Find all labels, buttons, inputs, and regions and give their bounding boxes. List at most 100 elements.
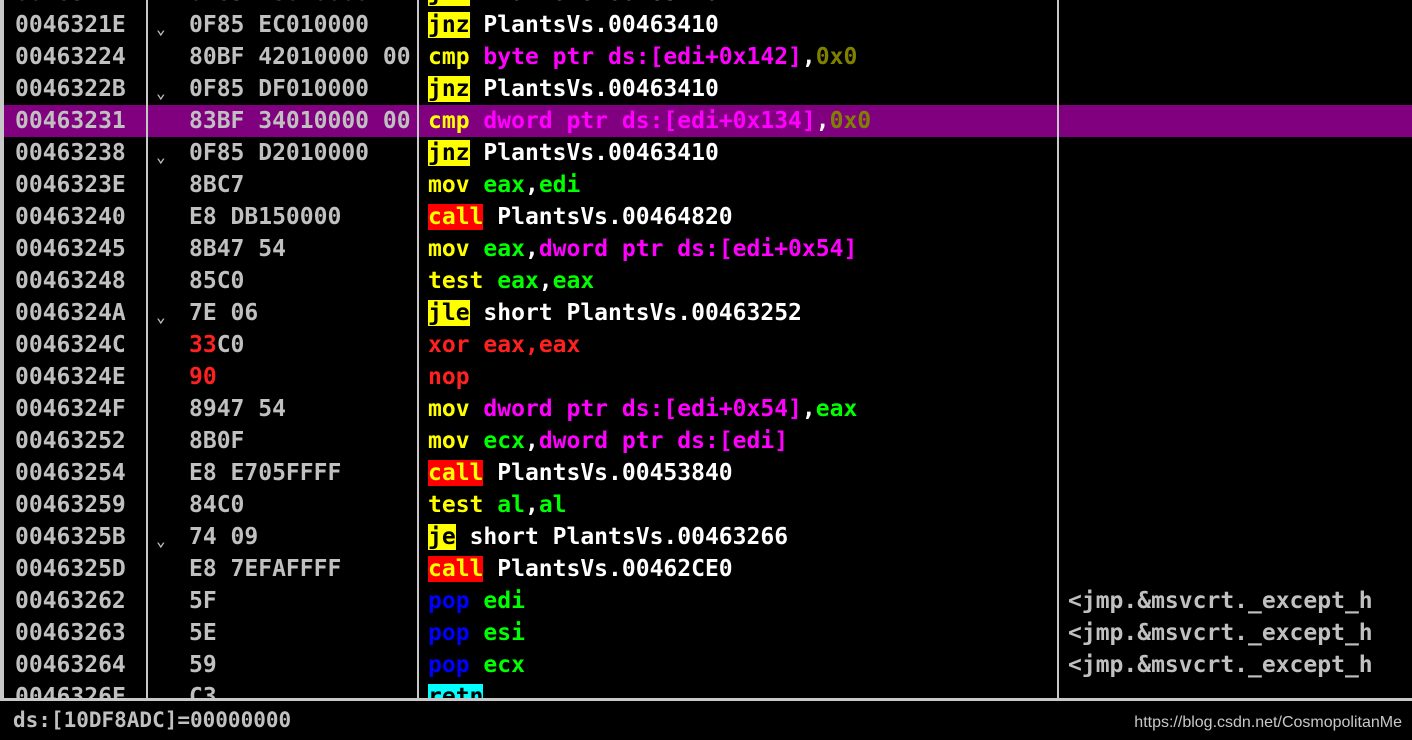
operand-token [470, 172, 484, 198]
operand-token: dword ptr ds:[edi+0x54] [483, 396, 802, 422]
instruction-row[interactable]: 0046321E ⌄ 0F85 EC010000 jnz PlantsVs.00463… [0, 9, 1412, 41]
operand-token: short PlantsVs.00463252 [483, 300, 802, 326]
operand-token [470, 396, 484, 422]
operand-token [470, 108, 484, 134]
operand-token: , [815, 108, 830, 134]
disassembly-pane[interactable]: 00463217 0F85 F3010000 jnz PlantsVs.004634… [0, 0, 1412, 698]
instruction-row[interactable]: 0046324F 8947 54 mov dword ptr ds:[edi+0x5… [0, 393, 1412, 425]
bytes-cell: E8 7EFAFFFF [189, 553, 414, 585]
byte-token: E8 DB150000 [189, 204, 342, 230]
operand-token: dword ptr ds:[edi+0x54] [538, 236, 858, 262]
address-cell: 00463240 [15, 204, 126, 230]
byte-token: 90 [189, 364, 217, 390]
instruction-row[interactable]: 00463238 ⌄ 0F85 D2010000 jnz PlantsVs.00463… [0, 137, 1412, 169]
operand-token: , [524, 172, 539, 198]
disassembly-cell: pop edi [428, 585, 1056, 617]
address-cell: 00463263 [15, 620, 126, 646]
instruction-row-selected[interactable]: 00463231 83BF 34010000 00 cmp dword ptr ds… [0, 105, 1412, 137]
address-cell: 00463245 [15, 236, 126, 262]
column-divider-disassembly[interactable] [1057, 0, 1059, 698]
bytes-cell: 8947 54 [189, 393, 414, 425]
operand-token: eax [815, 396, 858, 422]
instruction-row[interactable]: 0046323E 8BC7 mov eax,edi [0, 169, 1412, 201]
instruction-row[interactable]: 00463254 E8 E705FFFF call PlantsVs.0045384… [0, 457, 1412, 489]
operand-token: , [524, 332, 539, 358]
instruction-row[interactable]: 00463240 E8 DB150000 call PlantsVs.0046482… [0, 201, 1412, 233]
instruction-row[interactable]: 0046325D E8 7EFAFFFF call PlantsVs.00462CE… [0, 553, 1412, 585]
byte-token: 0F85 DF010000 [189, 76, 370, 102]
bytes-cell: 85C0 [189, 265, 414, 297]
byte-token: C3 [189, 684, 217, 698]
mnemonic-token: nop [428, 364, 470, 390]
byte-token: 0F85 EC010000 [189, 12, 370, 38]
operand-token [470, 76, 484, 102]
operand-token: dword ptr ds:[edi+0x134] [483, 108, 816, 134]
byte-token: 8BC7 [189, 172, 245, 198]
comment-cell: <jmp.&msvcrt._except_h [1068, 588, 1373, 614]
instruction-row[interactable]: 0046325B ⌄ 74 09 je short PlantsVs.00463266 [0, 521, 1412, 553]
operand-token [483, 204, 497, 230]
operand-token: eax [483, 172, 525, 198]
disassembly-cell: jnz PlantsVs.00463410 [428, 9, 1056, 41]
instruction-row[interactable]: 00463262 5F pop edi <jmp.&msvcrt._except_h [0, 585, 1412, 617]
column-divider-address[interactable] [146, 0, 148, 698]
byte-token: 8947 54 [189, 396, 286, 422]
address-cell: 0046323E [15, 172, 126, 198]
address-cell: 0046324A [15, 300, 126, 326]
disassembly-cell: retn [428, 681, 1056, 698]
instruction-row[interactable]: 00463217 0F85 F3010000 jnz PlantsVs.004634… [0, 0, 1412, 9]
bytes-cell: 80BF 42010000 00 [189, 41, 414, 73]
instruction-row[interactable]: 00463263 5E pop esi <jmp.&msvcrt._except_h [0, 617, 1412, 649]
operand-token: 0x0 [829, 108, 872, 134]
bytes-cell: 7E 06 [189, 297, 414, 329]
mnemonic-token: jnz [428, 0, 470, 6]
mnemonic-token: je [428, 524, 456, 550]
operand-token: eax [552, 268, 595, 294]
operand-token: , [801, 396, 816, 422]
byte-token: 5E [189, 620, 217, 646]
instruction-row[interactable]: 0046324C 33C0 xor eax,eax [0, 329, 1412, 361]
disassembly-cell: test al,al [428, 489, 1056, 521]
mnemonic-token: mov [428, 172, 470, 198]
address-cell: 00463231 [15, 108, 126, 134]
instruction-row[interactable]: 0046322B ⌄ 0F85 DF010000 jnz PlantsVs.00463… [0, 73, 1412, 105]
instruction-row[interactable]: 00463259 84C0 test al,al [0, 489, 1412, 521]
address-cell: 00463254 [15, 460, 126, 486]
mnemonic-token: jle [428, 300, 470, 326]
bytes-cell: E8 DB150000 [189, 201, 414, 233]
bytes-cell: 33C0 [189, 329, 414, 361]
disassembly-cell: call PlantsVs.00464820 [428, 201, 1056, 233]
operand-token: edi [483, 588, 525, 614]
jump-arrow-icon: ⌄ [156, 147, 166, 166]
bytes-cell: 8B0F [189, 425, 414, 457]
instruction-row[interactable]: 0046324E 90 nop [0, 361, 1412, 393]
disassembly-cell: je short PlantsVs.00463266 [428, 521, 1056, 553]
operand-token: , [801, 44, 816, 70]
operand-token: ecx [483, 428, 525, 454]
byte-token: 8B0F [189, 428, 245, 454]
disassembly-cell: mov ecx,dword ptr ds:[edi] [428, 425, 1056, 457]
instruction-row[interactable]: 00463264 59 pop ecx <jmp.&msvcrt._except_h [0, 649, 1412, 681]
address-cell: 0046324C [15, 332, 126, 358]
operand-token: ecx [483, 652, 525, 678]
column-divider-bytes[interactable] [417, 0, 419, 698]
instruction-row[interactable]: 00463248 85C0 test eax,eax [0, 265, 1412, 297]
bytes-cell: 74 09 [189, 521, 414, 553]
operand-token [470, 588, 484, 614]
byte-token: C0 [216, 332, 245, 358]
address-cell: 0046325B [15, 524, 126, 550]
operand-token: , [524, 492, 539, 518]
address-cell: 0046325D [15, 556, 126, 582]
disassembly-cell: mov eax,edi [428, 169, 1056, 201]
instruction-row[interactable]: 00463245 8B47 54 mov eax,dword ptr ds:[edi… [0, 233, 1412, 265]
instruction-row[interactable]: 0046326F C3 retn [0, 681, 1412, 698]
window-left-border [0, 0, 4, 740]
bytes-cell: 90 [189, 361, 414, 393]
instruction-row[interactable]: 00463224 80BF 42010000 00 cmp byte ptr ds:… [0, 41, 1412, 73]
disassembly-cell: call PlantsVs.00453840 [428, 457, 1056, 489]
mnemonic-token: pop [428, 588, 470, 614]
instruction-row[interactable]: 0046324A ⌄ 7E 06 jle short PlantsVs.0046325… [0, 297, 1412, 329]
disassembly-cell: mov eax,dword ptr ds:[edi+0x54] [428, 233, 1056, 265]
instruction-row[interactable]: 00463252 8B0F mov ecx,dword ptr ds:[edi] [0, 425, 1412, 457]
address-cell: 00463259 [15, 492, 126, 518]
